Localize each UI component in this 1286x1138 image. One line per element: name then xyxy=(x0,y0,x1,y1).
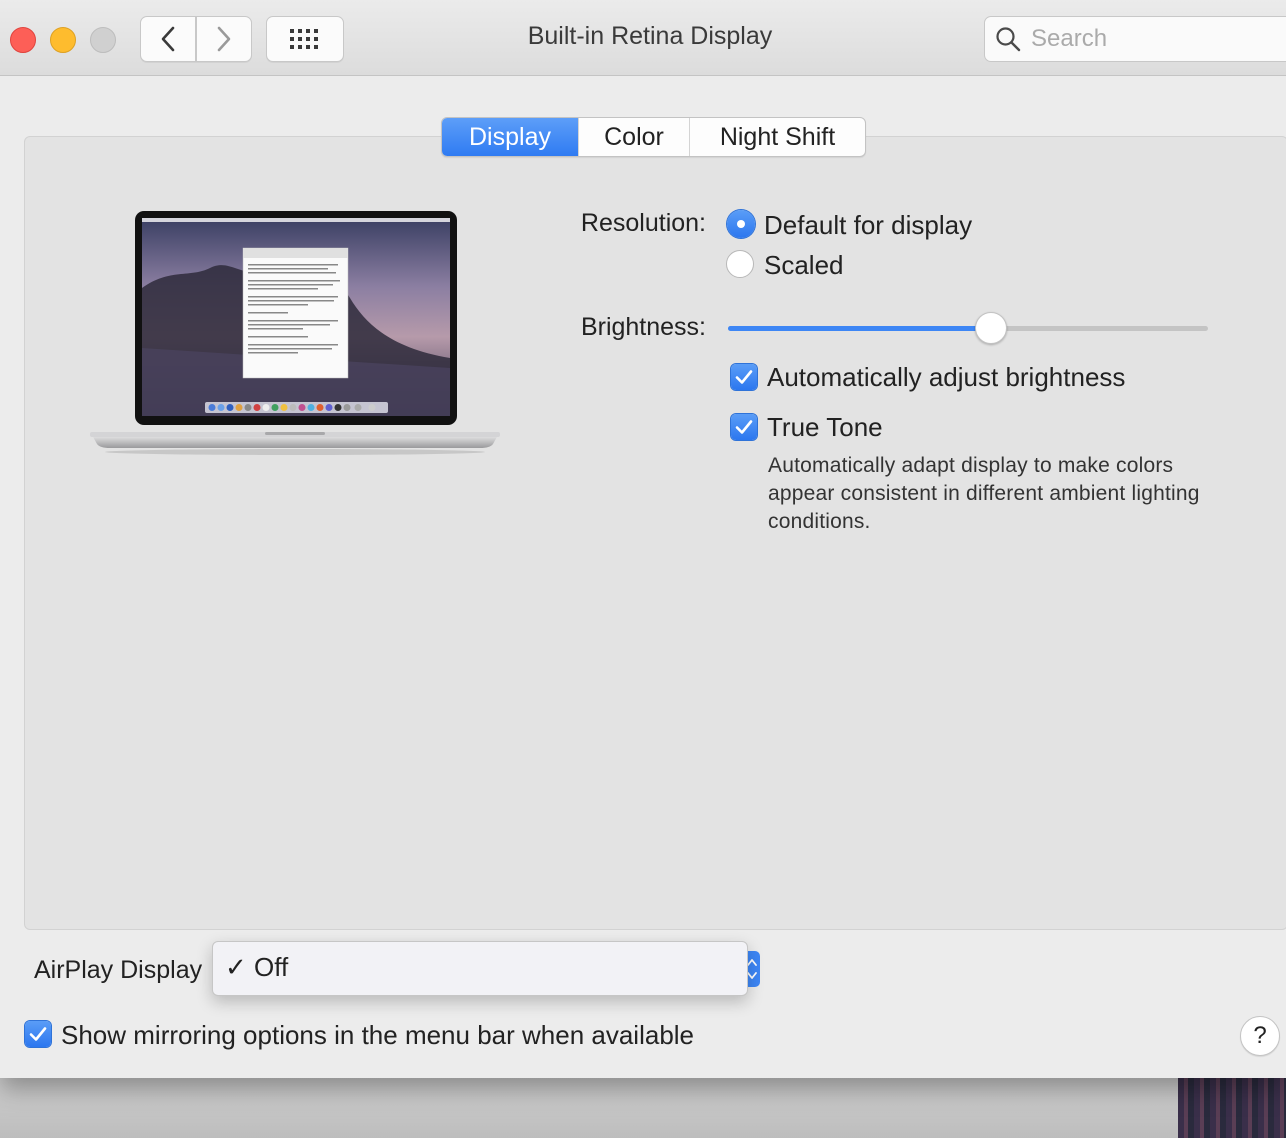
checkmark-icon xyxy=(735,420,753,434)
auto-brightness-checkbox[interactable] xyxy=(731,364,757,390)
brightness-slider-knob[interactable] xyxy=(974,312,1007,344)
true-tone-label[interactable]: True Tone xyxy=(767,412,883,443)
desktop-wallpaper-corner xyxy=(1178,1078,1286,1138)
airplay-display-label: AirPlay Display xyxy=(34,956,203,984)
radio-default-for-display[interactable] xyxy=(727,210,755,238)
window-title: Built-in Retina Display xyxy=(527,22,773,50)
resolution-label: Resolution: xyxy=(580,209,706,237)
segmented-tabs: Display Color Night Shift xyxy=(441,117,866,157)
checkmark-icon xyxy=(29,1027,47,1041)
menu-item-off[interactable]: ✓ Off xyxy=(225,952,288,983)
forward-button[interactable] xyxy=(196,16,252,62)
mirroring-checkbox[interactable] xyxy=(25,1021,51,1047)
tab-display[interactable]: Display xyxy=(442,118,579,156)
auto-brightness-label[interactable]: Automatically adjust brightness xyxy=(767,362,1125,393)
show-all-button[interactable] xyxy=(266,16,344,62)
default-for-display-label[interactable]: Default for display xyxy=(764,210,972,241)
tab-color[interactable]: Color xyxy=(579,118,690,156)
back-button[interactable] xyxy=(140,16,196,62)
scaled-label[interactable]: Scaled xyxy=(764,250,844,281)
true-tone-checkbox[interactable] xyxy=(731,414,757,440)
search-icon xyxy=(996,27,1021,52)
brightness-slider-fill xyxy=(728,326,990,331)
close-window-button[interactable] xyxy=(10,27,36,53)
airplay-popup-menu[interactable]: ✓ Off xyxy=(212,941,748,996)
mirroring-label[interactable]: Show mirroring options in the menu bar w… xyxy=(61,1020,694,1051)
preferences-window: Built-in Retina Display Display Color Ni… xyxy=(0,0,1286,1078)
title-bar: Built-in Retina Display xyxy=(0,0,1286,76)
minimize-window-button[interactable] xyxy=(50,27,76,53)
brightness-slider[interactable] xyxy=(728,312,1208,344)
brightness-label: Brightness: xyxy=(580,313,706,341)
tab-night-shift[interactable]: Night Shift xyxy=(690,118,865,156)
desktop-background xyxy=(0,1078,1286,1138)
zoom-window-button[interactable] xyxy=(90,27,116,53)
search-field[interactable] xyxy=(984,16,1286,62)
radio-scaled[interactable] xyxy=(726,250,754,278)
checkmark-icon xyxy=(735,370,753,384)
true-tone-description: Automatically adapt display to make colo… xyxy=(768,454,1200,533)
grid-icon xyxy=(290,29,318,49)
chevron-left-icon xyxy=(161,26,175,52)
search-input[interactable] xyxy=(1029,23,1283,55)
chevron-right-icon xyxy=(217,26,231,52)
macbook-illustration xyxy=(90,211,500,455)
help-button[interactable]: ? xyxy=(1240,1016,1280,1056)
